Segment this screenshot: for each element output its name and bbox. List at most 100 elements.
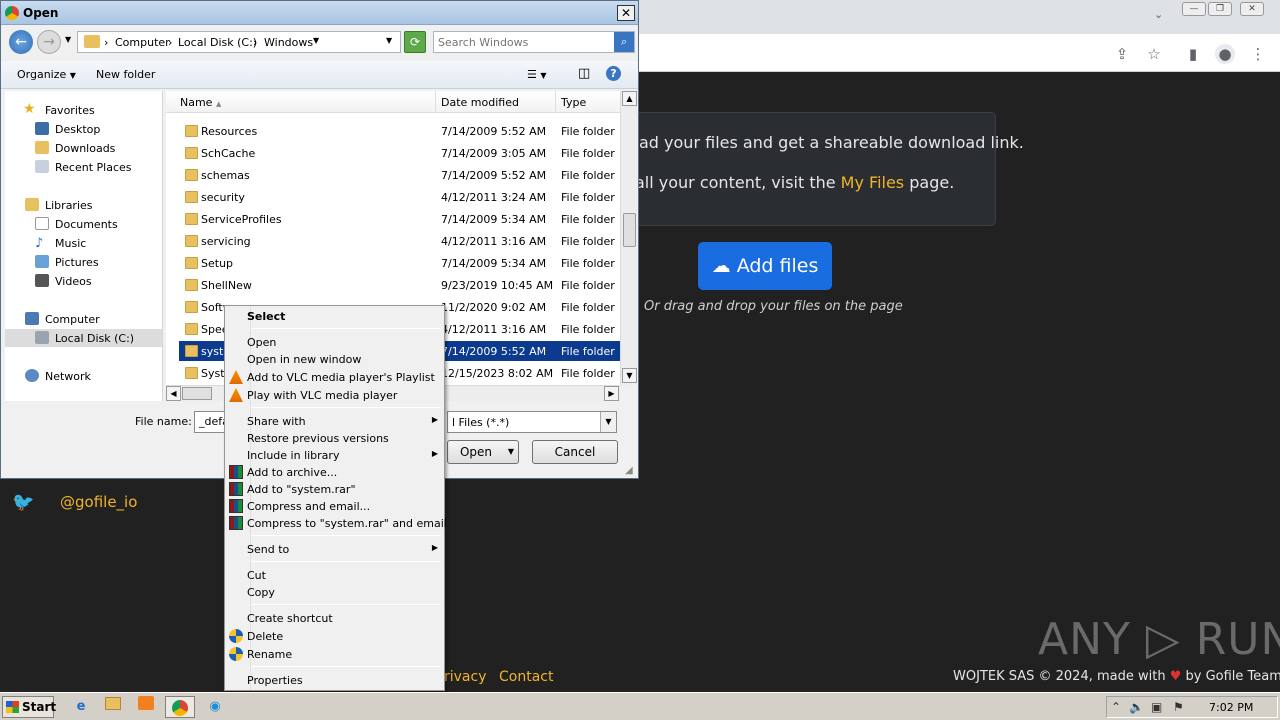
- nav-documents[interactable]: Documents: [5, 215, 162, 233]
- menu-item-create-shortcut[interactable]: Create shortcut: [227, 610, 442, 627]
- menu-item-send-to[interactable]: Send to ▶: [227, 541, 442, 558]
- scroll-left-icon[interactable]: ◀: [166, 386, 181, 401]
- scroll-down-icon[interactable]: ▼: [622, 368, 637, 383]
- cancel-button[interactable]: Cancel: [532, 440, 618, 464]
- breadcrumb-local-disk[interactable]: Local Disk (C:): [178, 36, 257, 49]
- restore-button[interactable]: ❐: [1208, 2, 1232, 16]
- file-type-filter[interactable]: l Files (*.*) ▼: [447, 411, 617, 433]
- menu-item-add-archive[interactable]: Add to archive...: [227, 464, 442, 481]
- action-center-flag-icon[interactable]: ⚑: [1173, 700, 1184, 714]
- close-window-button[interactable]: ✕: [1240, 2, 1264, 16]
- media-player-icon[interactable]: [133, 696, 159, 718]
- nav-downloads[interactable]: Downloads: [5, 139, 162, 157]
- menu-item-copy[interactable]: Copy: [227, 584, 442, 601]
- twitter-icon[interactable]: 🐦: [12, 492, 36, 513]
- menu-item-delete[interactable]: Delete: [227, 628, 442, 645]
- new-folder-button[interactable]: New folder: [96, 68, 155, 81]
- crumb-arrow-icon[interactable]: ›: [253, 36, 257, 49]
- search-icon[interactable]: ⌕: [614, 32, 634, 52]
- menu-item-vlc-playlist[interactable]: Add to VLC media player's Playlist: [227, 369, 442, 386]
- my-files-link[interactable]: My Files: [841, 173, 904, 192]
- volume-icon[interactable]: 🔈: [1129, 700, 1144, 714]
- menu-item-include-library[interactable]: Include in library ▶: [227, 447, 442, 464]
- address-bar[interactable]: › Computer › Local Disk (C:) › Windows ▼…: [77, 31, 401, 53]
- scroll-up-icon[interactable]: ▲: [622, 91, 637, 106]
- nav-pictures[interactable]: Pictures: [5, 253, 162, 271]
- preview-pane-icon[interactable]: ◫: [578, 66, 590, 81]
- menu-item-properties[interactable]: Properties: [227, 672, 442, 689]
- add-files-button[interactable]: ☁ Add files: [698, 242, 832, 290]
- search-input[interactable]: [438, 35, 608, 49]
- file-row[interactable]: ServiceProfiles 7/14/2009 5:34 AM File fol…: [179, 209, 620, 229]
- nav-recent-places[interactable]: Recent Places: [5, 158, 162, 176]
- twitter-link[interactable]: @gofile_io: [60, 493, 137, 511]
- crumb-arrow-icon[interactable]: ›: [104, 36, 108, 49]
- menu-item-rename[interactable]: Rename: [227, 646, 442, 663]
- hscroll-thumb[interactable]: [182, 387, 212, 400]
- column-header-type[interactable]: Type: [556, 91, 620, 113]
- column-header-date[interactable]: Date modified: [436, 91, 556, 113]
- resize-grip-icon[interactable]: ◢: [625, 465, 633, 476]
- menu-kebab-icon[interactable]: ⋮: [1248, 44, 1268, 64]
- menu-item-cut[interactable]: Cut: [227, 567, 442, 584]
- menu-item-share-with[interactable]: Share with ▶: [227, 413, 442, 430]
- internet-explorer-icon[interactable]: e: [68, 696, 94, 718]
- nav-computer[interactable]: Computer: [5, 310, 162, 328]
- start-button[interactable]: Start: [2, 696, 56, 718]
- history-dropdown-icon[interactable]: ▼: [65, 35, 71, 44]
- side-panel-icon[interactable]: ▮: [1183, 44, 1203, 64]
- open-dropdown-icon[interactable]: ▼: [508, 441, 514, 463]
- minimize-button[interactable]: —: [1182, 2, 1206, 16]
- chevron-down-icon[interactable]: ▼: [600, 412, 616, 432]
- nav-local-disk[interactable]: Local Disk (C:): [5, 329, 162, 347]
- menu-item-open[interactable]: Open: [227, 334, 442, 351]
- dialog-titlebar[interactable]: Open ✕: [1, 1, 638, 25]
- breadcrumb-computer[interactable]: Computer: [115, 36, 170, 49]
- view-options-icon[interactable]: ☰ ▼: [527, 68, 547, 81]
- menu-item-compress-email[interactable]: Compress and email...: [227, 498, 442, 515]
- tab-list-chevron-icon[interactable]: ⌄: [1154, 8, 1163, 21]
- clock[interactable]: 7:02 PM: [1209, 701, 1253, 714]
- search-field[interactable]: ⌕: [433, 31, 635, 53]
- file-row[interactable]: schemas 7/14/2009 5:52 AM File folder: [179, 165, 620, 185]
- file-row[interactable]: SchCache 7/14/2009 3:05 AM File folder: [179, 143, 620, 163]
- help-icon[interactable]: ?: [606, 66, 621, 81]
- crumb-dropdown-icon[interactable]: ▼: [313, 36, 319, 45]
- file-row[interactable]: Setup 7/14/2009 5:34 AM File folder: [179, 253, 620, 273]
- chrome-taskbar-icon[interactable]: [165, 696, 195, 718]
- file-row[interactable]: servicing 4/12/2011 3:16 AM File folder: [179, 231, 620, 251]
- tray-expand-icon[interactable]: ⌃: [1111, 700, 1121, 714]
- forward-button[interactable]: →: [37, 30, 61, 54]
- menu-item-vlc-play[interactable]: Play with VLC media player: [227, 387, 442, 404]
- breadcrumb-windows[interactable]: Windows: [264, 36, 313, 49]
- nav-desktop[interactable]: Desktop: [5, 120, 162, 138]
- profile-avatar-icon[interactable]: ●: [1215, 44, 1235, 64]
- nav-network[interactable]: Network: [5, 367, 162, 385]
- scroll-right-icon[interactable]: ▶: [604, 386, 619, 401]
- edge-icon[interactable]: ◉: [202, 696, 228, 718]
- address-dropdown-icon[interactable]: ▼: [386, 36, 392, 45]
- nav-videos[interactable]: Videos: [5, 272, 162, 290]
- refresh-icon[interactable]: ⟳: [404, 31, 426, 53]
- column-header-name[interactable]: Name ▲: [166, 91, 436, 113]
- nav-libraries[interactable]: Libraries: [5, 196, 162, 214]
- menu-item-open-new-window[interactable]: Open in new window: [227, 351, 442, 368]
- crumb-arrow-icon[interactable]: ›: [168, 36, 172, 49]
- nav-favorites[interactable]: ★ Favorites: [5, 101, 162, 119]
- file-row[interactable]: Resources 7/14/2009 5:52 AM File folder: [179, 121, 620, 141]
- menu-item-compress-rar-email[interactable]: Compress to "system.rar" and email: [227, 515, 447, 532]
- scroll-thumb[interactable]: [623, 213, 636, 247]
- file-row[interactable]: ShellNew 9/23/2019 10:45 AM File folder: [179, 275, 620, 295]
- dialog-close-button[interactable]: ✕: [617, 5, 635, 21]
- contact-link[interactable]: Contact: [499, 669, 553, 685]
- network-tray-icon[interactable]: ▣: [1151, 700, 1162, 714]
- organize-button[interactable]: Organize ▼: [17, 68, 76, 81]
- bookmark-star-icon[interactable]: ☆: [1144, 44, 1164, 64]
- open-button[interactable]: Open ▼: [447, 440, 519, 464]
- explorer-folder-icon[interactable]: [100, 696, 126, 718]
- menu-item-select[interactable]: Select: [227, 308, 442, 325]
- vertical-scrollbar[interactable]: ▲ ▼: [620, 91, 637, 385]
- menu-item-restore[interactable]: Restore previous versions: [227, 430, 442, 447]
- nav-music[interactable]: ♪ Music: [5, 234, 162, 252]
- share-icon[interactable]: ⇪: [1112, 44, 1132, 64]
